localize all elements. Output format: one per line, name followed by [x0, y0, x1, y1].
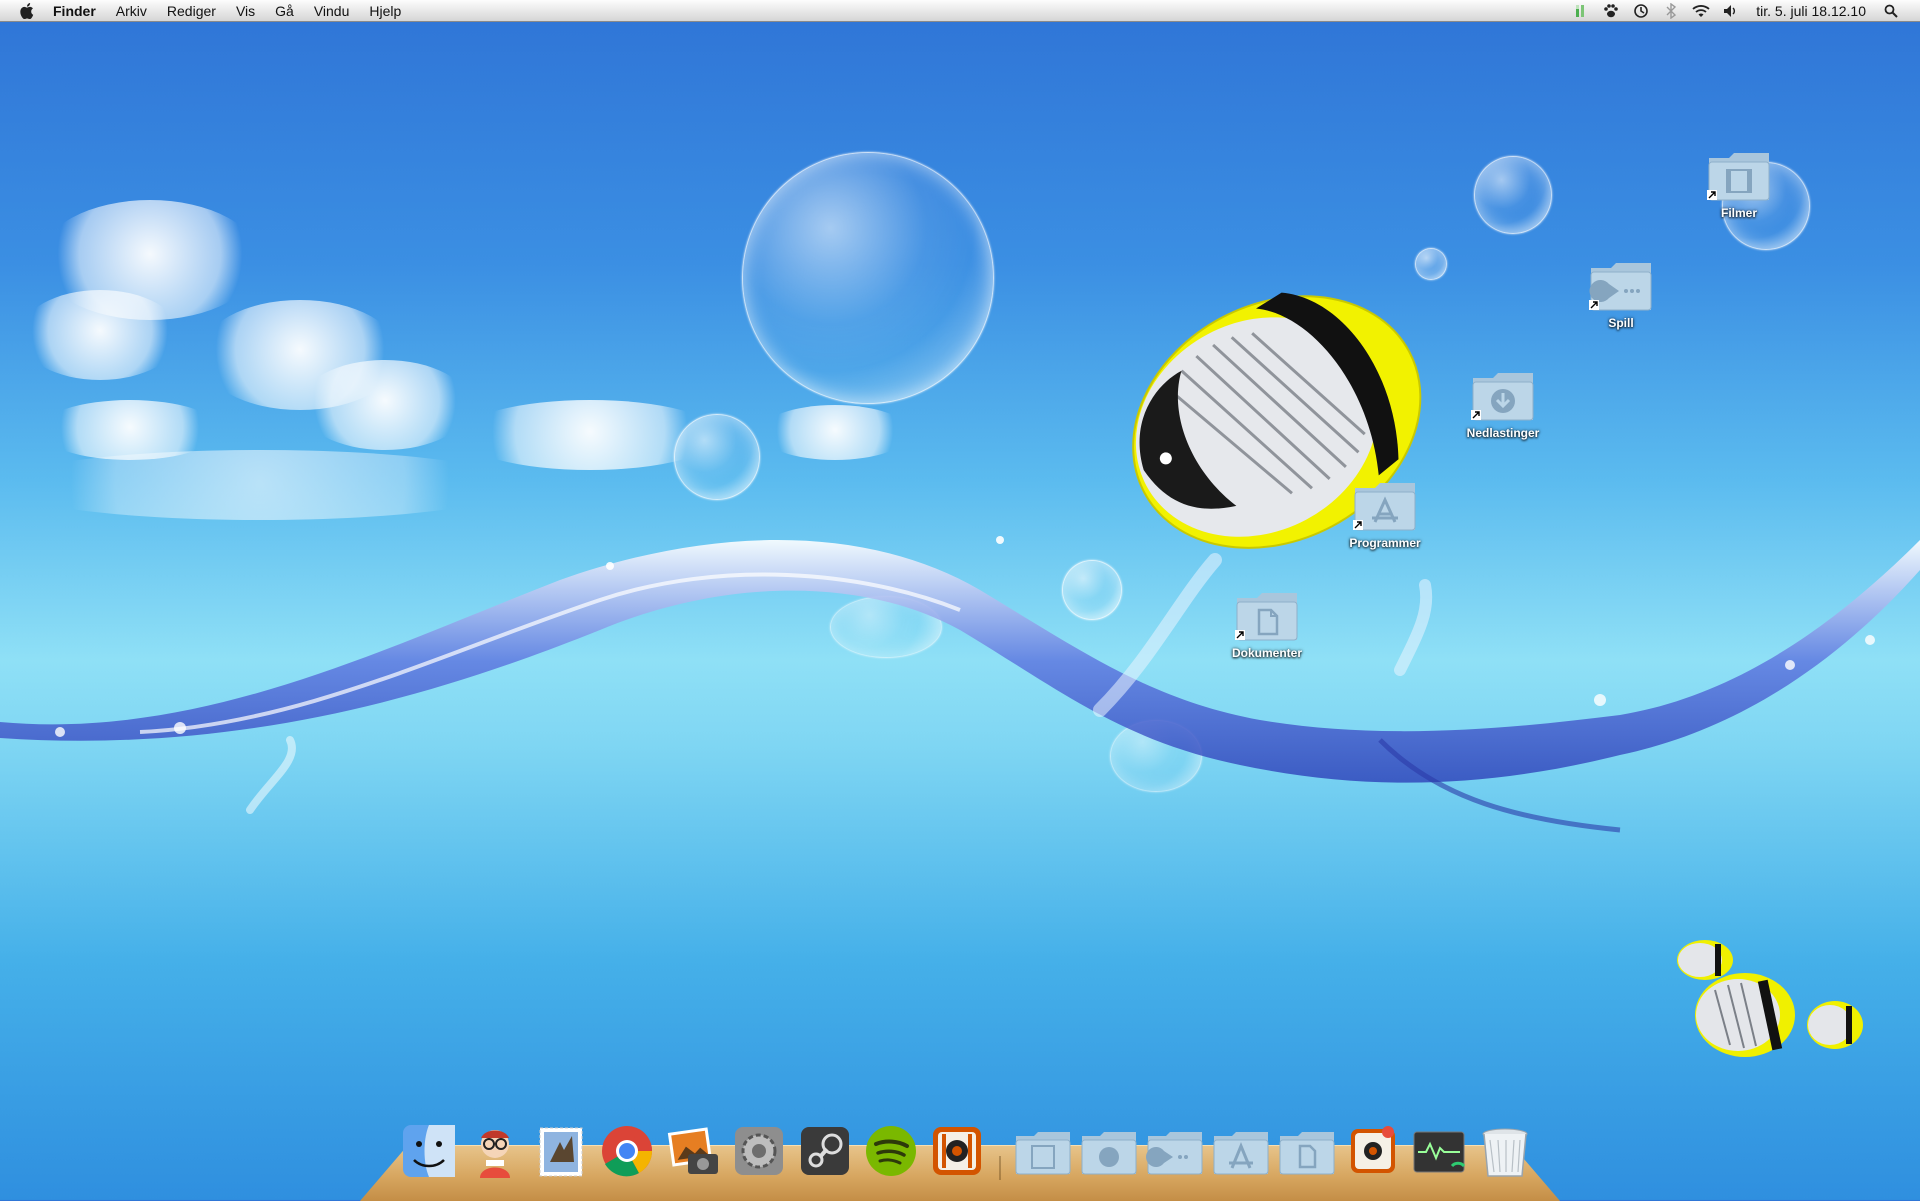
- apple-menu-icon[interactable]: [17, 0, 37, 22]
- bubble: [674, 414, 760, 500]
- paw-icon[interactable]: [1600, 0, 1622, 22]
- preview-character-icon[interactable]: [464, 1120, 526, 1182]
- document-icon: [1235, 590, 1299, 642]
- film-icon: [1707, 150, 1771, 202]
- desktop-icon-filmer[interactable]: Filmer: [1684, 150, 1794, 220]
- film-stack-icon[interactable]: [1012, 1120, 1074, 1182]
- desktop-icon-dokumenter[interactable]: Dokumenter: [1212, 590, 1322, 660]
- app-store-icon: [1353, 480, 1417, 532]
- bluetooth-icon[interactable]: [1660, 0, 1682, 22]
- wifi-icon[interactable]: [1690, 0, 1712, 22]
- menu-ga[interactable]: Gå: [265, 0, 304, 22]
- documents-stack-icon[interactable]: [1276, 1120, 1338, 1182]
- download-stack-icon[interactable]: [1078, 1120, 1140, 1182]
- cloud: [300, 360, 470, 450]
- trash-icon[interactable]: [1474, 1120, 1536, 1182]
- finder-icon[interactable]: [398, 1120, 460, 1182]
- volume-icon[interactable]: [1720, 0, 1742, 22]
- cloud: [760, 405, 910, 460]
- water-splash-wave: [0, 536, 1920, 833]
- dock: [398, 1116, 1536, 1182]
- menu-rediger[interactable]: Rediger: [157, 0, 226, 22]
- transmission-small-icon[interactable]: [1342, 1120, 1404, 1182]
- pacman-stack-icon[interactable]: [1144, 1120, 1206, 1182]
- desktop-icon-programmer[interactable]: Programmer: [1330, 480, 1440, 550]
- transmission-icon[interactable]: [926, 1120, 988, 1182]
- desktop-icon-label: Spill: [1608, 316, 1634, 330]
- menu-finder[interactable]: Finder: [51, 0, 106, 22]
- desktop-icon-spill[interactable]: Spill: [1566, 260, 1676, 330]
- menu-arkiv[interactable]: Arkiv: [106, 0, 157, 22]
- applications-stack-icon[interactable]: [1210, 1120, 1272, 1182]
- bubble: [742, 152, 994, 404]
- menu-clock[interactable]: tir. 5. juli 18.12.10: [1746, 0, 1876, 22]
- menu-vis[interactable]: Vis: [226, 0, 265, 22]
- download-icon: [1471, 370, 1535, 422]
- desktop-icon-label: Nedlastinger: [1466, 426, 1540, 440]
- spotify-icon[interactable]: [860, 1120, 922, 1182]
- iphoto-icon[interactable]: [662, 1120, 724, 1182]
- desktop-wallpaper: [0, 0, 1920, 1200]
- battery-meter-icon[interactable]: [1570, 0, 1592, 22]
- spotlight-search-icon[interactable]: [1880, 0, 1902, 22]
- desktop-icon-nedlastinger[interactable]: Nedlastinger: [1448, 370, 1558, 440]
- chrome-icon[interactable]: [596, 1120, 658, 1182]
- cloud: [20, 290, 180, 380]
- time-machine-icon[interactable]: [1630, 0, 1652, 22]
- menu-vindu[interactable]: Vindu: [304, 0, 360, 22]
- pacman-icon: [1589, 260, 1653, 312]
- steam-icon[interactable]: [794, 1120, 856, 1182]
- menu-hjelp[interactable]: Hjelp: [359, 0, 411, 22]
- desktop-icon-label: Filmer: [1720, 206, 1757, 220]
- dock-separator: [992, 1120, 1008, 1182]
- fish-school: [1677, 940, 1863, 1057]
- activity-monitor-icon[interactable]: [1408, 1120, 1470, 1182]
- menu-bar: Finder Arkiv Rediger Vis Gå Vindu Hjelp …: [0, 0, 1920, 22]
- bubble: [1474, 156, 1552, 234]
- desktop-icon-label: Programmer: [1349, 536, 1421, 550]
- mail-stamp-icon[interactable]: [530, 1120, 592, 1182]
- desktop-icon-label: Dokumenter: [1231, 646, 1302, 660]
- system-preferences-icon[interactable]: [728, 1120, 790, 1182]
